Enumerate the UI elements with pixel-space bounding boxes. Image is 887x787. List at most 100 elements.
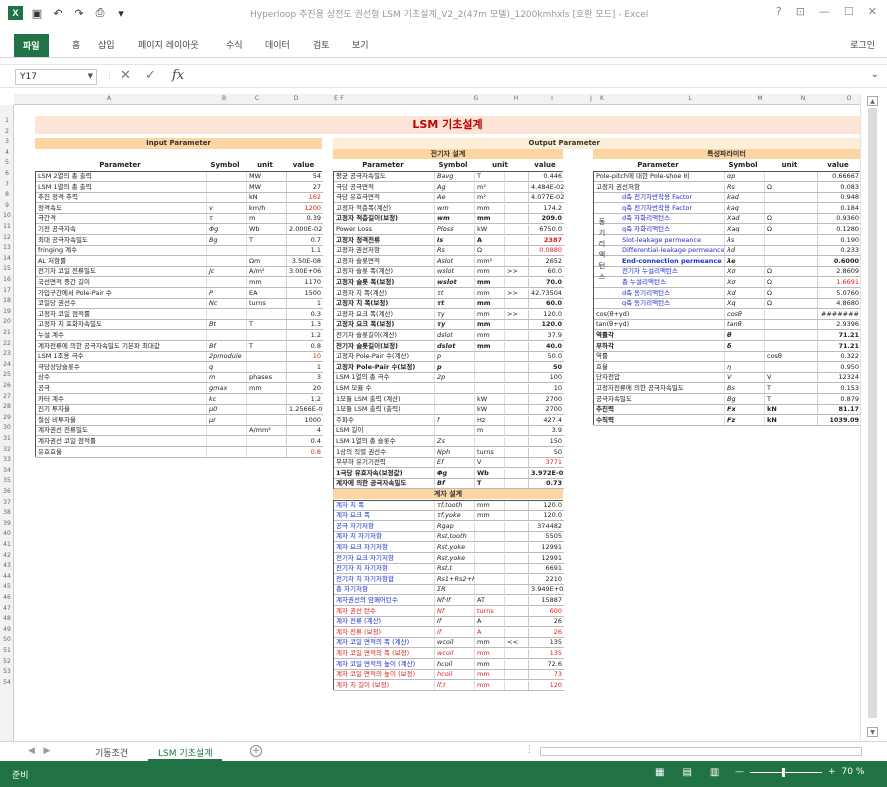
param-symbol[interactable]: wcoil xyxy=(434,648,474,658)
row-header[interactable]: 31 xyxy=(0,435,14,442)
param-value[interactable]: 70.0 xyxy=(528,278,564,287)
param-name[interactable]: 평균 공극자속밀도 xyxy=(334,172,434,181)
param-name[interactable]: 전기자 치 자기저항합 xyxy=(334,575,434,584)
tab-review[interactable]: 검토 xyxy=(313,38,330,51)
sheet-tab-lsm-design[interactable]: LSM 기초설계 xyxy=(148,742,223,761)
column-header-d[interactable]: D xyxy=(288,95,304,102)
param-unit[interactable] xyxy=(474,585,504,595)
output-row[interactable]: 고정자 Pole-Pair 수(보정) p 50 xyxy=(334,362,564,373)
param-symbol[interactable] xyxy=(724,352,764,362)
param-symbol[interactable]: μ0 xyxy=(206,405,246,415)
param-note[interactable] xyxy=(504,203,528,213)
param-symbol[interactable]: hcoil xyxy=(434,659,474,669)
input-row[interactable]: LSM 2열의 총 출력 MW 54 xyxy=(36,172,323,182)
tab-formulas[interactable]: 수식 xyxy=(226,38,243,51)
param-value[interactable]: 0.322 xyxy=(817,352,861,362)
param-unit[interactable] xyxy=(474,574,504,584)
param-symbol[interactable] xyxy=(206,278,246,287)
param-value[interactable]: 54 xyxy=(286,172,323,181)
param-name[interactable]: 극당 유효극면적 xyxy=(334,193,434,202)
param-name[interactable]: 국선면적 중간 길이 xyxy=(36,278,206,287)
param-value[interactable]: 1.2 xyxy=(286,394,323,404)
field-row[interactable]: 계자 코일 면적의 높이 (보정) hcoil mm 73 xyxy=(334,670,564,681)
char-row[interactable]: 전기자 누설리액턴스 Xσ Ω 2.8609 xyxy=(594,267,861,278)
param-name[interactable]: 계자 치 자기저항 xyxy=(334,532,434,541)
param-symbol[interactable]: wslot xyxy=(434,278,474,287)
param-unit[interactable]: kW xyxy=(474,225,504,234)
param-symbol[interactable]: wcoil xyxy=(434,638,474,648)
maximize-icon[interactable]: ☐ xyxy=(844,5,854,18)
column-header-i[interactable]: I xyxy=(544,95,560,102)
param-symbol[interactable]: λd xyxy=(724,246,764,256)
save-icon[interactable]: ▣ xyxy=(30,7,44,20)
param-symbol[interactable]: Bg xyxy=(206,235,246,245)
param-note[interactable]: << xyxy=(504,638,528,648)
param-name[interactable]: 고정자 치 폭(보정) xyxy=(334,299,434,308)
param-unit[interactable]: EA xyxy=(246,288,286,298)
char-row[interactable]: 고정자전류에 의한 공극자속밀도 Bs T 0.153 xyxy=(594,384,861,394)
param-symbol[interactable]: Ef xyxy=(434,458,474,468)
row-header[interactable]: 25 xyxy=(0,371,14,378)
param-value[interactable]: 1000 xyxy=(286,415,323,425)
name-box[interactable]: Y17 ▼ xyxy=(15,69,97,85)
param-symbol[interactable] xyxy=(206,331,246,340)
param-unit[interactable] xyxy=(764,246,817,256)
row-header[interactable]: 53 xyxy=(0,668,14,675)
param-value[interactable]: 60.0 xyxy=(528,267,564,277)
field-row[interactable]: 계자 치 폭 τf,tooth mm 120.0 xyxy=(334,500,564,511)
param-name[interactable]: 계자 치 길이 (보정) xyxy=(334,681,434,690)
char-row[interactable]: cos(θ+γd) cosθ ####### xyxy=(594,309,861,320)
row-header[interactable]: 16 xyxy=(0,276,14,283)
param-unit[interactable]: mm xyxy=(474,511,504,521)
param-note[interactable] xyxy=(504,468,528,478)
param-value[interactable]: 3.949E+05 xyxy=(528,585,564,595)
param-value[interactable]: 0.6000 xyxy=(817,256,861,266)
param-value[interactable]: 0.4 xyxy=(286,437,323,446)
char-row[interactable]: 공극자속밀도 Bg T 0.879 xyxy=(594,394,861,405)
param-unit[interactable]: mm xyxy=(474,659,504,669)
param-unit[interactable]: mm xyxy=(474,299,504,309)
param-note[interactable] xyxy=(504,585,528,595)
param-value[interactable]: 0.73 xyxy=(528,479,564,489)
param-name[interactable]: Power Loss xyxy=(334,225,434,234)
input-row[interactable]: LSM 1조용 극수 2pmodule 10 xyxy=(36,352,323,363)
param-value[interactable]: 120.0 xyxy=(528,500,564,510)
param-unit[interactable]: Ω xyxy=(764,299,817,309)
param-name[interactable]: 총 누설리액턴스 xyxy=(594,278,724,287)
param-symbol[interactable]: Nf·If xyxy=(434,595,474,605)
param-unit[interactable]: mm xyxy=(474,331,504,340)
param-symbol[interactable]: wm xyxy=(434,214,474,224)
param-name[interactable]: 유효효율 xyxy=(36,448,206,457)
param-symbol[interactable]: Xaq xyxy=(724,225,764,234)
param-symbol[interactable]: p xyxy=(434,352,474,362)
param-symbol[interactable]: If xyxy=(434,617,474,627)
output-row[interactable]: 고정자 Pole-Pair 수(계산) p 50.0 xyxy=(334,352,564,363)
field-row[interactable]: 계자 권선 턴수 Nf turns 600 xyxy=(334,606,564,617)
param-symbol[interactable] xyxy=(206,182,246,192)
param-note[interactable] xyxy=(504,648,528,658)
param-symbol[interactable] xyxy=(434,394,474,404)
char-row[interactable]: tan(θ+γd) tanθ 2.9396 xyxy=(594,320,861,331)
char-row[interactable]: 총 누설리액턴스 Xσ Ω 1.6691 xyxy=(594,278,861,288)
undo-icon[interactable]: ↶ xyxy=(51,7,65,20)
param-value[interactable]: 71.21 xyxy=(817,341,861,351)
sheet-tab-start-condition[interactable]: 기동조건 xyxy=(85,742,138,761)
param-unit[interactable]: Ω xyxy=(764,278,817,287)
param-value[interactable]: 1039.09 xyxy=(817,415,861,425)
char-row[interactable]: d축 동기리액턴스 Xd Ω 5.0760 xyxy=(594,288,861,299)
param-value[interactable]: 10 xyxy=(528,384,564,393)
param-name[interactable]: 계자 코일 면적의 폭 (계산) xyxy=(334,638,434,647)
row-header[interactable]: 35 xyxy=(0,477,14,484)
param-note[interactable] xyxy=(504,362,528,372)
param-value[interactable]: 4.077E-02 xyxy=(528,193,564,203)
param-name[interactable]: 1모듈 LSM 출력 (출력) xyxy=(334,405,434,414)
param-symbol[interactable] xyxy=(206,256,246,266)
row-header[interactable]: 40 xyxy=(0,530,14,537)
normal-view-icon[interactable]: ▦ xyxy=(655,767,664,778)
param-value[interactable]: 50 xyxy=(528,447,564,457)
row-header[interactable]: 1 xyxy=(0,117,14,124)
param-symbol[interactable]: Xσ xyxy=(724,267,764,277)
output-row[interactable]: 전기자 슬롯길이(보정) dslot mm 40.0 xyxy=(334,341,564,352)
output-row[interactable]: 극당 공극면적 Ag m² 4.484E-02 xyxy=(334,182,564,193)
param-name[interactable]: 역률각 xyxy=(594,331,724,340)
